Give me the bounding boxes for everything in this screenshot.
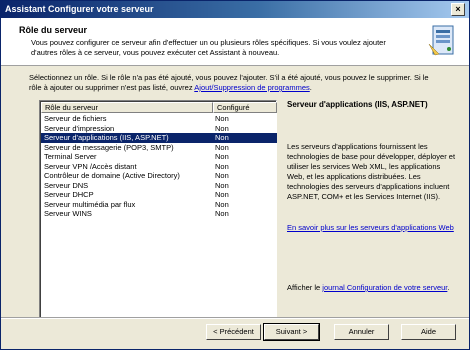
- configured-cell: Non: [215, 133, 229, 142]
- table-row[interactable]: Serveur multimédia par flux Non: [41, 200, 277, 210]
- intro-text: Sélectionnez un rôle. Si le rôle n'a pas…: [29, 73, 429, 93]
- cancel-button[interactable]: Annuler: [334, 324, 389, 340]
- server-wizard-icon: [428, 25, 454, 56]
- table-row[interactable]: Terminal Server Non: [41, 152, 277, 162]
- roles-list-header: Rôle du serveur Configuré: [41, 102, 277, 113]
- role-detail-title: Serveur d'applications (IIS, ASP.NET): [287, 100, 428, 109]
- roles-list[interactable]: Rôle du serveur Configuré Serveur de fic…: [39, 100, 277, 318]
- role-name-cell: Serveur multimédia par flux: [44, 199, 136, 209]
- configured-cell: Non: [215, 190, 229, 199]
- back-button[interactable]: < Précédent: [206, 324, 261, 340]
- role-name-cell: Serveur de fichiers: [44, 114, 107, 123]
- intro-end: .: [309, 83, 312, 92]
- table-row[interactable]: Serveur d'applications (IIS, ASP.NET) Non: [41, 133, 277, 143]
- title-bar[interactable]: Assistant Configurer votre serveur ×: [1, 1, 469, 18]
- configured-cell: Non: [215, 152, 229, 161]
- learn-more-link[interactable]: En savoir plus sur les serveurs d'applic…: [287, 223, 457, 233]
- page-description: Vous pouvez configurer ce serveur afin d…: [31, 38, 386, 57]
- wizard-window: Assistant Configurer votre serveur × Rôl…: [0, 0, 470, 350]
- column-header-configured[interactable]: Configuré: [213, 102, 277, 113]
- table-row[interactable]: Serveur DHCP Non: [41, 190, 277, 200]
- column-header-role[interactable]: Rôle du serveur: [41, 102, 213, 113]
- configured-cell: Non: [215, 209, 229, 218]
- help-button[interactable]: Aide: [401, 324, 456, 340]
- button-separator: [1, 317, 469, 319]
- table-row[interactable]: Serveur de fichiers Non: [41, 114, 277, 124]
- log-footer: Afficher le journal Configuration de vot…: [287, 283, 457, 293]
- role-name-cell: Serveur DHCP: [44, 190, 94, 199]
- configuration-log-link[interactable]: journal Configuration de votre serveur: [322, 283, 447, 292]
- configured-cell: Non: [215, 142, 229, 152]
- page-title: Rôle du serveur: [19, 25, 88, 35]
- table-row[interactable]: Serveur WINS Non: [41, 209, 277, 219]
- configured-cell: Non: [215, 161, 229, 171]
- configured-cell: Non: [215, 199, 229, 209]
- configured-cell: Non: [215, 123, 229, 133]
- table-row[interactable]: Serveur VPN /Accès distant Non: [41, 162, 277, 172]
- wizard-header: Rôle du serveur Vous pouvez configurer c…: [1, 18, 469, 66]
- role-name-cell: Serveur WINS: [44, 209, 92, 218]
- role-name-cell: Serveur d'impression: [44, 123, 115, 133]
- role-name-cell: Serveur d'applications (IIS, ASP.NET): [44, 133, 169, 142]
- role-name-cell: Contrôleur de domaine (Active Directory): [44, 171, 180, 180]
- configured-cell: Non: [215, 180, 229, 190]
- table-row[interactable]: Serveur de messagerie (POP3, SMTP) Non: [41, 143, 277, 153]
- role-detail-description: Les serveurs d'applications fournissent …: [287, 142, 456, 201]
- role-name-cell: Serveur de messagerie (POP3, SMTP): [44, 142, 174, 152]
- log-footer-text: Afficher le: [287, 283, 323, 292]
- table-row[interactable]: Contrôleur de domaine (Active Directory)…: [41, 171, 277, 181]
- configured-cell: Non: [215, 171, 229, 180]
- role-name-cell: Serveur DNS: [44, 180, 89, 190]
- configured-cell: Non: [215, 114, 229, 123]
- role-name-cell: Terminal Server: [44, 152, 97, 161]
- next-button[interactable]: Suivant >: [263, 323, 320, 341]
- add-remove-programs-link[interactable]: Ajout/Suppression de programmes: [194, 83, 309, 92]
- table-row[interactable]: Serveur DNS Non: [41, 181, 277, 191]
- roles-list-rows: Serveur de fichiers Non Serveur d'impressi…: [41, 114, 277, 219]
- log-footer-end: .: [447, 283, 450, 292]
- close-icon[interactable]: ×: [451, 3, 465, 16]
- table-row[interactable]: Serveur d'impression Non: [41, 124, 277, 134]
- window-title: Assistant Configurer votre serveur: [5, 4, 154, 14]
- role-name-cell: Serveur VPN /Accès distant: [44, 161, 137, 171]
